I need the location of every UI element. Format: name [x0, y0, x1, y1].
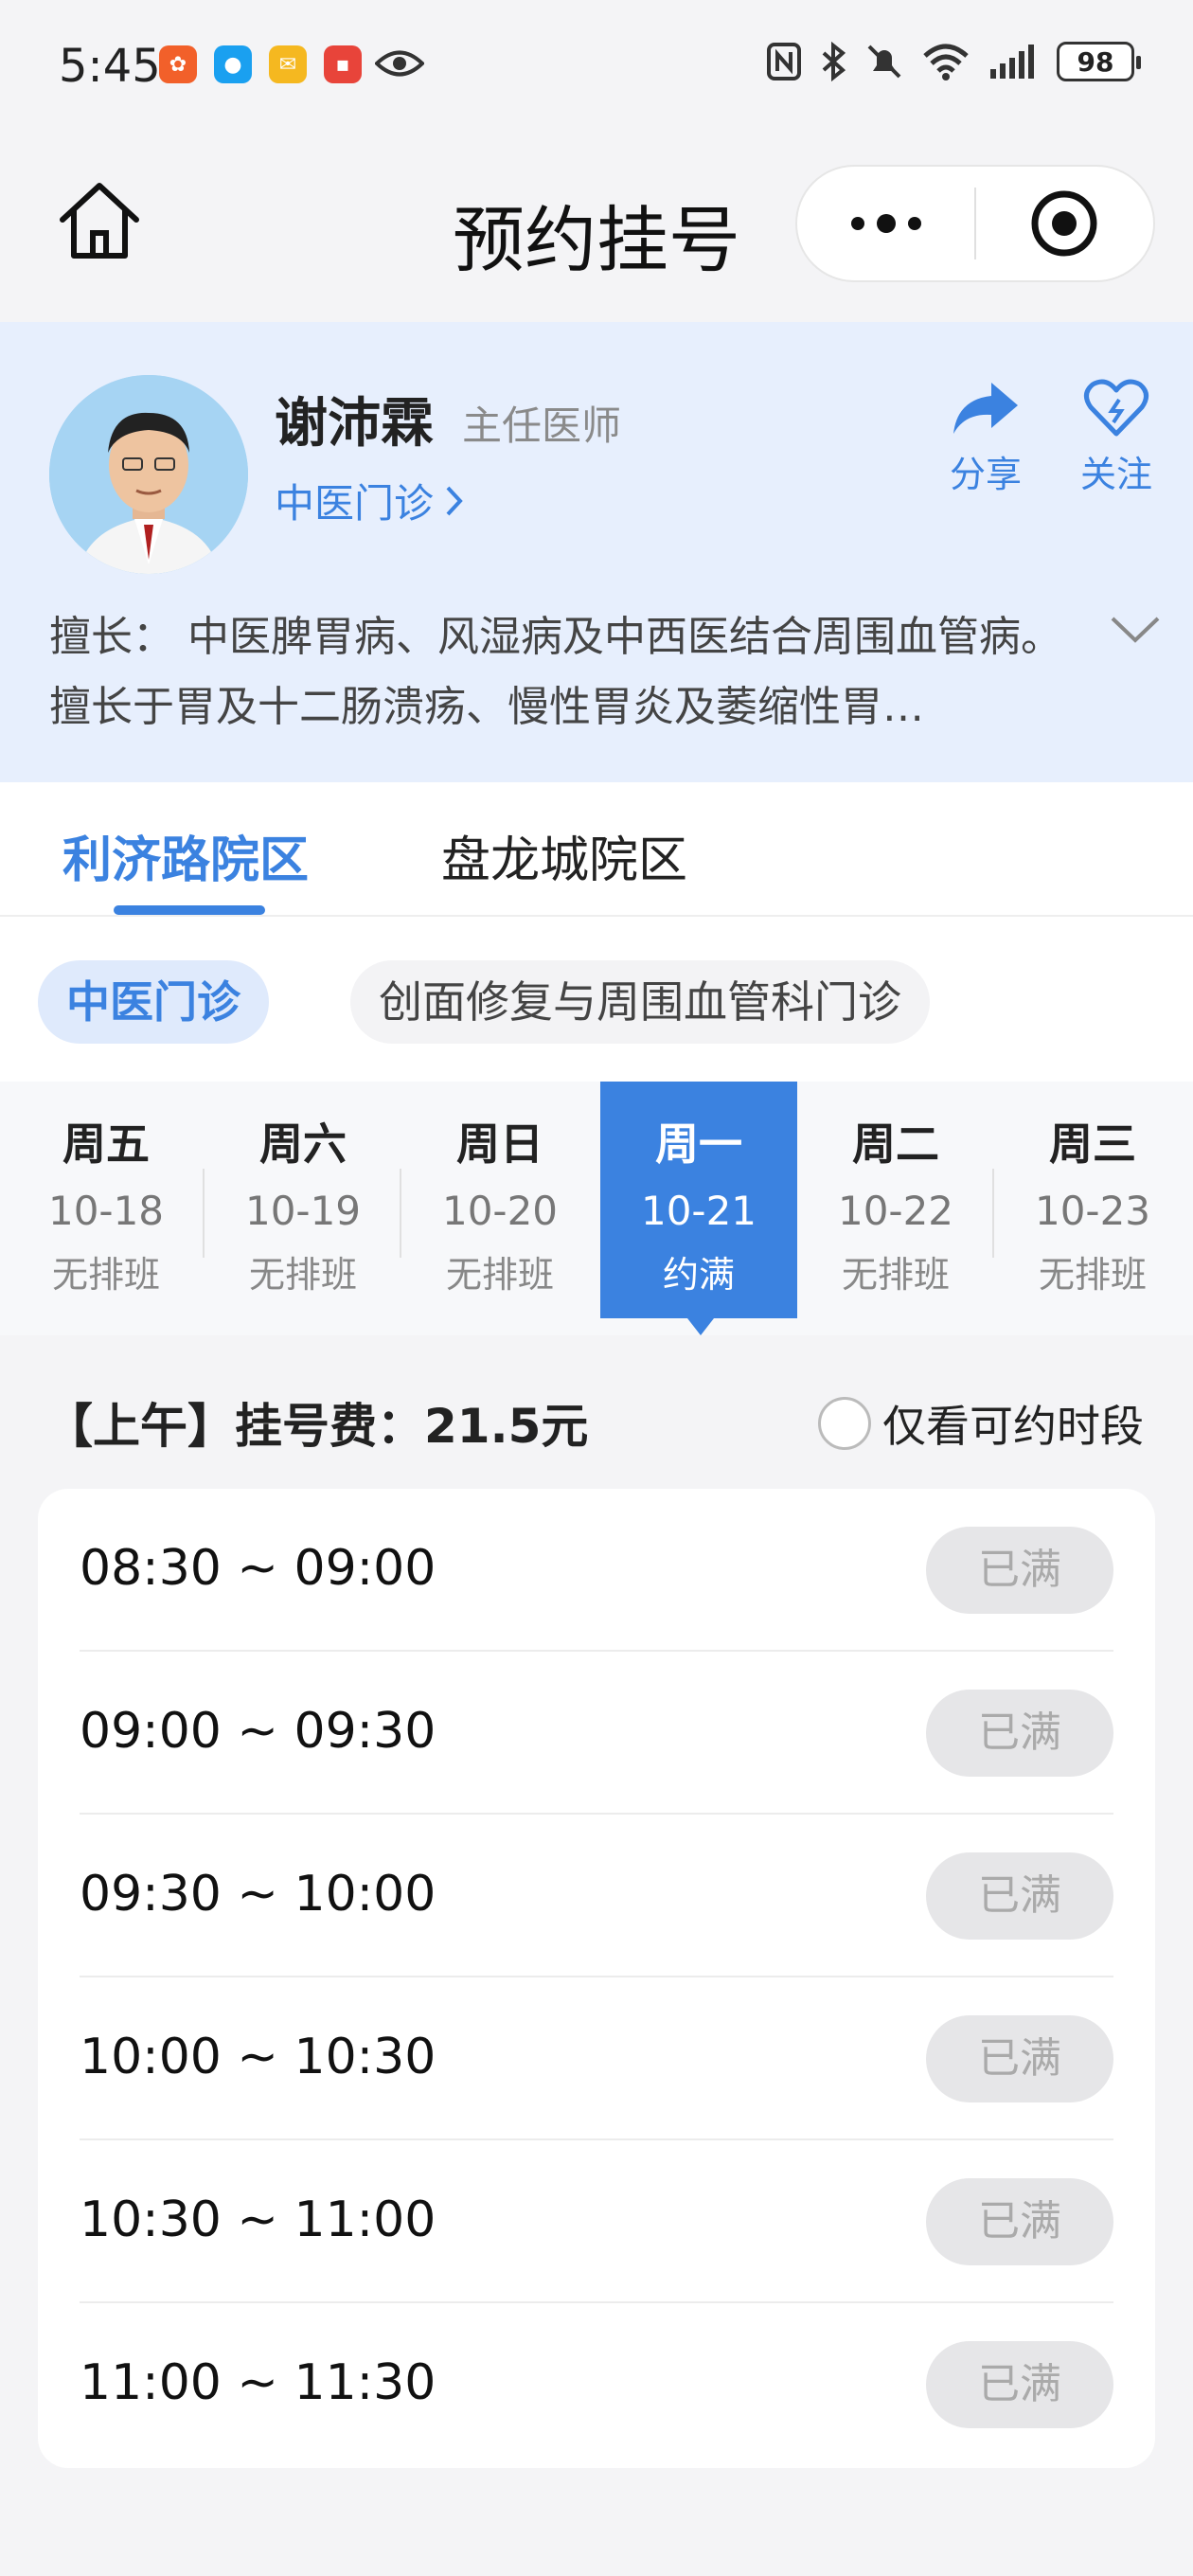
slot-full-button[interactable]: 已满: [926, 1527, 1113, 1614]
day-date: 10-22: [837, 1188, 954, 1234]
active-tab-indicator: [114, 905, 265, 915]
nfc-icon: [767, 43, 801, 80]
slot-full-button[interactable]: 已满: [926, 2015, 1113, 2102]
time-slot-row: 10:30 ~ 11:00 已满: [80, 2140, 1113, 2303]
share-label: 分享: [949, 454, 1022, 495]
day-item[interactable]: 周日 10-20 无排班: [401, 1082, 598, 1318]
notification-icons: ✿ ● ✉ ▪: [159, 45, 362, 83]
eye-icon: [374, 47, 425, 83]
battery-icon: 98: [1057, 42, 1141, 81]
slot-full-button[interactable]: 已满: [926, 1852, 1113, 1940]
date-selector: 周五 10-18 无排班 周六 10-19 无排班 周日 10-20 无排班 周…: [0, 1082, 1193, 1335]
available-only-label: 仅看可约时段: [882, 1401, 1144, 1452]
radio-icon[interactable]: [818, 1397, 871, 1450]
available-only-toggle[interactable]: 仅看可约时段: [818, 1392, 1144, 1455]
follow-label: 关注: [1079, 454, 1152, 495]
day-status: 无排班: [445, 1254, 554, 1296]
status-time: 5:45: [59, 40, 161, 93]
time-slot-row: 09:00 ~ 09:30 已满: [80, 1652, 1113, 1815]
news-notification-icon: ▪: [324, 45, 362, 83]
doctor-name: 谢沛霖: [275, 393, 434, 455]
day-date: 10-21: [640, 1188, 757, 1234]
doctor-dept-link[interactable]: 中医门诊: [275, 472, 464, 529]
bluetooth-icon: [822, 42, 846, 81]
more-button[interactable]: [797, 167, 974, 280]
heart-icon: [1084, 379, 1148, 437]
share-icon: [953, 383, 1018, 434]
follow-button[interactable]: 关注: [1064, 379, 1168, 497]
mute-icon: [867, 45, 901, 79]
doctor-card: 谢沛霖 主任医师 中医门诊 分享 关注 擅长： 中医脾胃病、风湿病及中西医结合周…: [0, 322, 1193, 782]
day-date: 10-20: [441, 1188, 559, 1234]
chevron-right-icon: [446, 486, 463, 515]
hospital-tabs: 利济路院区 盘龙城院区: [0, 782, 1193, 917]
day-date: 10-23: [1034, 1188, 1151, 1234]
day-weekday: 周六: [259, 1118, 347, 1170]
doctor-avatar[interactable]: [49, 375, 248, 574]
day-date: 10-19: [244, 1188, 362, 1234]
time-slot-row: 08:30 ~ 09:00 已满: [80, 1489, 1113, 1652]
time-slot-row: 09:30 ~ 10:00 已满: [80, 1815, 1113, 1977]
expand-button[interactable]: [1110, 616, 1161, 648]
slot-time: 08:30 ~ 09:00: [80, 1540, 436, 1597]
chip-tcm-clinic[interactable]: 中医门诊: [38, 960, 269, 1044]
nav-bar: 预约挂号: [0, 133, 1193, 322]
day-item[interactable]: 周三 10-23 无排班: [994, 1082, 1191, 1318]
tab-lijilu[interactable]: 利济路院区: [62, 820, 309, 891]
status-bar: 5:45 ✿ ● ✉ ▪ 98: [0, 0, 1193, 133]
day-status: 无排班: [841, 1254, 950, 1296]
slot-full-button[interactable]: 已满: [926, 2178, 1113, 2265]
mini-program-capsule: [795, 165, 1155, 282]
slot-time: 10:30 ~ 11:00: [80, 2191, 436, 2248]
slot-full-button[interactable]: 已满: [926, 1690, 1113, 1777]
slot-time: 10:00 ~ 10:30: [80, 2029, 436, 2085]
day-weekday: 周日: [456, 1118, 543, 1170]
department-chips: 中医门诊 创面修复与周围血管科门诊: [0, 917, 1193, 1082]
day-item-selected[interactable]: 周一 10-21 约满: [600, 1082, 797, 1335]
more-icon: [850, 214, 921, 233]
day-item[interactable]: 周二 10-22 无排班: [797, 1082, 994, 1318]
slot-time: 11:00 ~ 11:30: [80, 2354, 436, 2411]
tab-panlongcheng[interactable]: 盘龙城院区: [441, 820, 687, 891]
day-date: 10-18: [47, 1188, 165, 1234]
share-button[interactable]: 分享: [934, 379, 1038, 497]
day-item[interactable]: 周五 10-18 无排班: [8, 1082, 205, 1318]
day-weekday: 周五: [62, 1118, 150, 1170]
mail-notification-icon: ✉: [269, 45, 307, 83]
doctor-dept-label: 中医门诊: [275, 480, 435, 527]
time-slot-row: 10:00 ~ 10:30 已满: [80, 1977, 1113, 2140]
chat-notification-icon: ●: [214, 45, 252, 83]
session-fee: 【上午】挂号费：21.5元: [45, 1399, 589, 1454]
time-slot-list: 08:30 ~ 09:00 已满 09:00 ~ 09:30 已满 09:30 …: [38, 1489, 1155, 2468]
slot-time: 09:00 ~ 09:30: [80, 1703, 436, 1760]
signal-icon: [990, 45, 1034, 79]
wifi-icon: [923, 44, 969, 80]
doctor-title: 主任医师: [462, 402, 622, 449]
chevron-down-icon: [1111, 617, 1160, 643]
system-status: 98: [767, 42, 1141, 81]
day-status: 无排班: [1038, 1254, 1147, 1296]
day-status: 无排班: [51, 1254, 160, 1296]
day-status: 无排班: [248, 1254, 357, 1296]
target-close-icon: [1031, 190, 1097, 257]
close-mini-program-button[interactable]: [976, 167, 1153, 280]
battery-level: 98: [1077, 45, 1114, 78]
day-item[interactable]: 周六 10-19 无排班: [205, 1082, 401, 1318]
day-weekday: 周三: [1049, 1118, 1136, 1170]
slot-full-button[interactable]: 已满: [926, 2341, 1113, 2428]
day-weekday: 周二: [852, 1118, 939, 1170]
slot-time: 09:30 ~ 10:00: [80, 1866, 436, 1923]
day-weekday: 周一: [655, 1118, 742, 1170]
app-notification-icon: ✿: [159, 45, 197, 83]
chip-wound-vascular-clinic[interactable]: 创面修复与周围血管科门诊: [350, 960, 930, 1044]
time-slot-row: 11:00 ~ 11:30 已满: [80, 2303, 1113, 2466]
doctor-specialty: 擅长： 中医脾胃病、风湿病及中西医结合周围血管病。擅长于胃及十二肠溃疡、慢性胃炎…: [49, 613, 1062, 731]
day-status: 约满: [662, 1254, 735, 1296]
